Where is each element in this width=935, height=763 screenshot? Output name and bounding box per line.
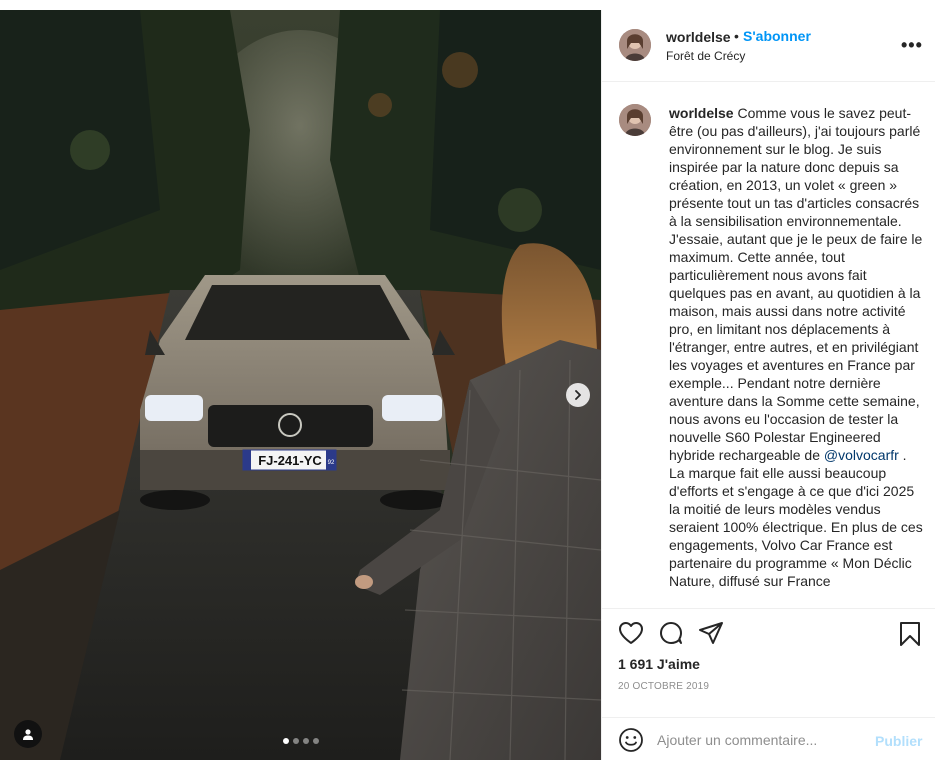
tagged-users-button[interactable] [14, 720, 42, 748]
paper-plane-icon [699, 622, 723, 644]
post-caption: worldelse Comme vous le savez peut-être … [669, 104, 924, 590]
license-plate: FJ-241-YC [258, 453, 322, 468]
save-button[interactable] [898, 621, 922, 652]
caption-text: Comme vous le savez peut-être (ou pas d'… [669, 105, 923, 463]
carousel-dot [303, 738, 309, 744]
license-plate-region: 92 [328, 460, 335, 466]
emoji-button[interactable] [618, 727, 644, 758]
caption-username[interactable]: worldelse [669, 105, 734, 121]
caption-section: worldelse Comme vous le savez peut-être … [602, 82, 935, 608]
avatar[interactable] [619, 104, 651, 136]
next-photo-button[interactable] [566, 383, 590, 407]
avatar[interactable] [619, 29, 651, 61]
carousel-dot [293, 738, 299, 744]
follow-button[interactable]: S'abonner [743, 28, 811, 44]
carousel-dot [283, 738, 289, 744]
post-photo[interactable]: FJ-241-YC 92 [0, 10, 601, 760]
more-options-icon[interactable]: ••• [901, 35, 923, 56]
chevron-right-icon [575, 390, 581, 400]
carousel-indicator [283, 738, 319, 744]
separator-dot: • [734, 28, 739, 44]
heart-icon [619, 622, 643, 644]
carousel-dot [313, 738, 319, 744]
car-image: FJ-241-YC 92 [140, 275, 455, 510]
profile-photo [619, 104, 651, 136]
likes-count[interactable]: 1 691 J'aime [618, 656, 700, 672]
comment-bar: Publier [602, 717, 935, 761]
profile-photo [619, 29, 651, 61]
caption-text-continued: . La marque fait elle aussi beaucoup d'e… [669, 447, 923, 589]
photo-scene: FJ-241-YC 92 [0, 10, 601, 760]
post-header: worldelse • S'abonner Forêt de Crécy ••• [602, 10, 935, 82]
user-icon [23, 729, 33, 740]
post-side-panel: worldelse • S'abonner Forêt de Crécy •••… [601, 10, 935, 760]
comment-input[interactable] [657, 726, 862, 754]
post-date[interactable]: 20 OCTOBRE 2019 [618, 681, 709, 692]
post-author-username[interactable]: worldelse [666, 29, 731, 45]
bookmark-icon [900, 622, 920, 646]
post-modal: FJ-241-YC 92 worldelse • S'abonner Forêt… [0, 0, 935, 763]
emoji-icon [619, 728, 643, 752]
post-actions-section: 1 691 J'aime 20 OCTOBRE 2019 Publier [602, 608, 935, 760]
share-button[interactable] [698, 621, 724, 650]
caption-mention-link[interactable]: @volvocarfr [824, 447, 899, 463]
like-button[interactable] [618, 621, 644, 650]
comment-button[interactable] [658, 621, 684, 650]
publish-button[interactable]: Publier [875, 733, 922, 749]
comment-icon [660, 622, 682, 644]
post-location[interactable]: Forêt de Crécy [666, 49, 745, 63]
